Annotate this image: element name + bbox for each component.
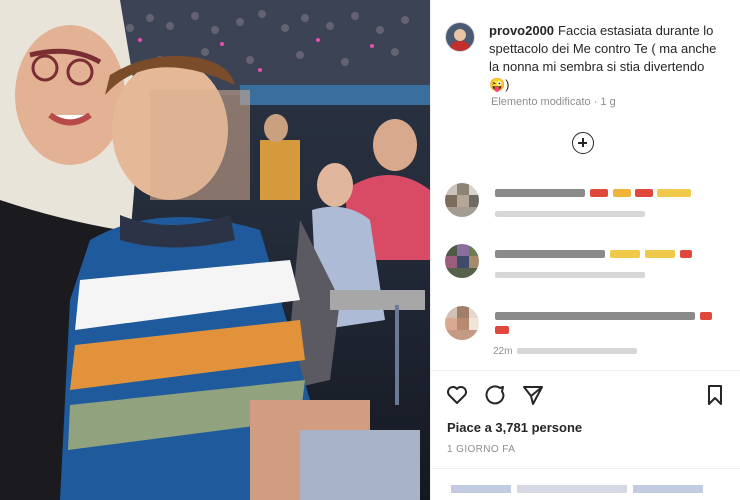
- emoji-redacted: [610, 250, 640, 258]
- save-icon[interactable]: [703, 383, 727, 407]
- author-avatar[interactable]: [445, 22, 475, 52]
- comment-avatar[interactable]: [445, 306, 479, 340]
- like-icon[interactable]: [445, 383, 469, 407]
- author-username[interactable]: provo2000: [489, 23, 554, 38]
- emoji-redacted: [657, 189, 691, 197]
- post-actions: [445, 383, 729, 407]
- emoji-redacted: [590, 189, 608, 197]
- post-side-panel: provo2000 Faccia estasiata durante lo spe…: [430, 0, 740, 500]
- emoji-redacted: [635, 189, 653, 197]
- post-viewer: provo2000 Faccia estasiata durante lo spe…: [0, 0, 740, 500]
- divider: [431, 370, 740, 371]
- emoji-redacted: [680, 250, 692, 258]
- comment-item: 22m: [445, 306, 735, 357]
- comment-avatar[interactable]: [445, 183, 479, 217]
- emoji-redacted: [700, 312, 712, 320]
- post-photo: [0, 0, 430, 500]
- comment-item: [445, 183, 735, 227]
- emoji-redacted: [613, 189, 631, 197]
- post-caption: provo2000 Faccia estasiata durante lo spe…: [445, 22, 735, 94]
- caption-meta: Elemento modificato · 1 g: [491, 96, 616, 108]
- comment-item: [445, 244, 735, 288]
- post-time: 1 GIORNO FA: [447, 444, 516, 455]
- comment-avatar[interactable]: [445, 244, 479, 278]
- share-icon[interactable]: [521, 383, 545, 407]
- comment-meta-redacted: [495, 272, 645, 278]
- comment-timestamp: 22m: [493, 346, 513, 357]
- comment-text-redacted: [495, 312, 695, 320]
- add-comment-redacted[interactable]: [451, 485, 711, 495]
- comment-text-redacted: [495, 250, 605, 258]
- comment-meta-redacted: [495, 211, 645, 217]
- comment-text-redacted: [495, 189, 585, 197]
- emoji-redacted: [645, 250, 675, 258]
- emoji-redacted: [495, 326, 509, 334]
- comment-icon[interactable]: [483, 383, 507, 407]
- add-comment-icon[interactable]: [572, 132, 594, 154]
- divider: [431, 468, 740, 469]
- likes-count[interactable]: Piace a 3,781 persone: [447, 420, 582, 435]
- comment-meta-redacted: [517, 348, 637, 354]
